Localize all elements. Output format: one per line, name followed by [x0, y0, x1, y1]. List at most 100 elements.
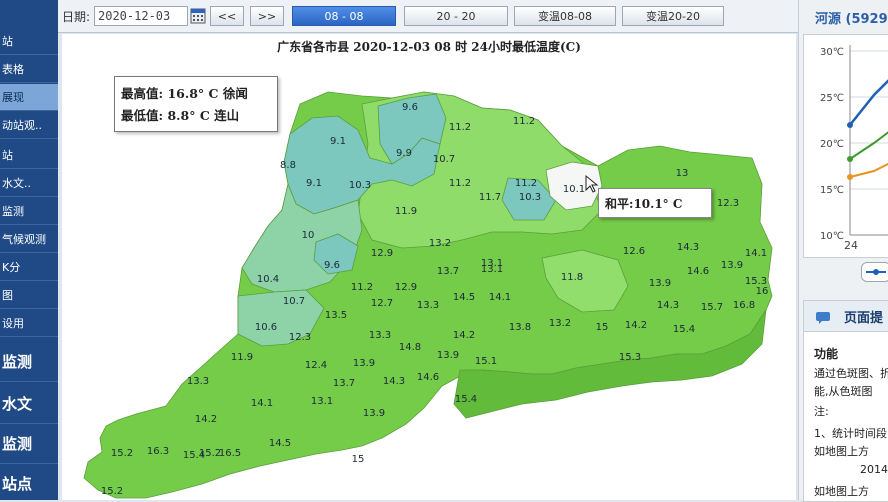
chart-series-green	[849, 131, 888, 160]
station-value-label: 11.7	[479, 192, 501, 203]
min-label: 最低值:	[121, 108, 164, 123]
station-value-label: 15.7	[701, 302, 723, 313]
station-value-label: 14.3	[383, 376, 405, 387]
chart-x-tick: 24	[844, 239, 858, 252]
date-label: 日期:	[62, 10, 91, 24]
chart-legend-button[interactable]	[861, 262, 888, 282]
sidebar-item[interactable]: K分	[0, 254, 58, 281]
sidebar-item[interactable]: 监测	[0, 198, 58, 225]
station-value-label: 11.2	[515, 178, 537, 189]
max-station: 徐闻	[222, 86, 248, 101]
station-tooltip: 和平:10.1° C	[598, 188, 712, 218]
station-value-label: 10.7	[433, 154, 455, 165]
station-value-label: 14.3	[677, 242, 699, 253]
chart-y-tick-label: 20℃	[820, 139, 844, 150]
station-value-label: 15.1	[475, 356, 497, 367]
station-chart-title: 河源 (5929	[815, 12, 888, 27]
period-button-change-08-08[interactable]: 变温08-08	[514, 6, 616, 26]
station-value-label: 12.9	[395, 282, 417, 293]
sidebar-item[interactable]: 气候观测	[0, 226, 58, 253]
station-value-label: 14.2	[625, 320, 647, 331]
right-panel: 河源 (5929 30℃ 25℃ 20℃ 15℃ 10℃ 24 页面提 功能 通过色斑图…	[798, 0, 888, 502]
period-button-change-20-20[interactable]: 变温20-20	[622, 6, 724, 26]
station-value-label: 15	[352, 454, 365, 465]
station-value-label: 9.6	[402, 102, 418, 113]
station-value-label: 12.9	[371, 248, 393, 259]
notes-line: 1、统计时间段	[814, 427, 887, 440]
sidebar-item[interactable]: 展现	[0, 84, 58, 111]
sidebar-item[interactable]: 水文..	[0, 170, 58, 197]
station-value-label: 16.3	[147, 446, 169, 457]
station-value-label: 13.2	[549, 318, 571, 329]
sidebar-item[interactable]: 站	[0, 142, 58, 169]
sidebar-item[interactable]: 站	[0, 28, 58, 55]
station-value-label: 11.2	[449, 122, 471, 133]
station-value-label: 11.2	[351, 282, 373, 293]
station-value-label: 11.8	[561, 272, 583, 283]
station-value-label: 9.1	[330, 136, 346, 147]
sidebar-item[interactable]: 监测	[0, 342, 58, 382]
station-value-label: 15.2	[111, 448, 133, 459]
tooltip-value: 10.1° C	[633, 197, 683, 211]
chart-y-tick-label: 25℃	[820, 93, 844, 104]
station-value-label: 14.6	[687, 266, 709, 277]
station-value-label: 10.3	[349, 180, 371, 191]
min-station: 连山	[214, 108, 240, 123]
notes-icon	[816, 309, 830, 324]
station-value-label: 9.9	[396, 148, 412, 159]
station-value-label: 12.6	[623, 246, 645, 257]
period-button-20-20[interactable]: 20 - 20	[404, 6, 508, 26]
station-value-label: 13.3	[187, 376, 209, 387]
station-value-label: 10.4	[257, 274, 279, 285]
chart-series-orange	[849, 162, 888, 178]
station-value-label: 9.1	[306, 178, 322, 189]
chart-y-ticks: 30℃ 25℃ 20℃ 15℃ 10℃	[820, 47, 888, 242]
toolbar: 日期: 2020-12-03 << >> 08 - 08 20 - 20 变温0…	[58, 0, 798, 33]
calendar-icon[interactable]	[190, 6, 206, 24]
max-label: 最高值:	[121, 86, 164, 101]
station-value-label: 15.4	[183, 450, 205, 461]
station-value-label: 11.9	[395, 206, 417, 217]
extreme-values-box: 最高值: 16.8° C 徐闻 最低值: 8.8° C 连山	[114, 76, 278, 132]
prev-day-button[interactable]: <<	[210, 6, 244, 26]
station-value-label: 14.1	[489, 292, 511, 303]
station-value-label: 15.4	[455, 394, 477, 405]
station-value-label: 14.8	[399, 342, 421, 353]
station-value-label: 13	[676, 168, 689, 179]
station-value-label: 13.9	[437, 350, 459, 361]
sidebar-item[interactable]: 动站观..	[0, 112, 58, 139]
station-value-label: 14.3	[657, 300, 679, 311]
station-value-label: 12.7	[371, 298, 393, 309]
station-value-label: 12.4	[305, 360, 327, 371]
station-value-label: 13.2	[429, 238, 451, 249]
station-value-label: 14.2	[453, 330, 475, 341]
station-value-label: 9.6	[324, 260, 340, 271]
station-value-label: 10.7	[283, 296, 305, 307]
station-value-label: 13.7	[333, 378, 355, 389]
tooltip-station: 和平	[605, 197, 630, 211]
station-value-label: 11.9	[231, 352, 253, 363]
station-value-label: 14.5	[453, 292, 475, 303]
station-value-label: 13.9	[721, 260, 743, 271]
station-value-label: 12.3	[289, 332, 311, 343]
station-value-label: 14.1	[745, 248, 767, 259]
sidebar-item[interactable]: 设用	[0, 310, 58, 337]
station-value-label: 13.1	[311, 396, 333, 407]
station-chart: 30℃ 25℃ 20℃ 15℃ 10℃ 24	[803, 34, 888, 258]
station-value-label: 13.7	[437, 266, 459, 277]
notes-line: 如地图上方	[814, 485, 869, 498]
sidebar-item[interactable]: 监测	[0, 424, 58, 464]
station-value-label: 11.2	[449, 178, 471, 189]
station-value-label: 14.2	[195, 414, 217, 425]
sidebar-item[interactable]: 表格	[0, 56, 58, 83]
date-input[interactable]: 2020-12-03	[94, 6, 188, 26]
station-value-label: 14.6	[417, 372, 439, 383]
station-value-label: 16.5	[219, 448, 241, 459]
sidebar-item[interactable]: 站点	[0, 464, 58, 500]
next-day-button[interactable]: >>	[250, 6, 284, 26]
station-value-label: 16	[756, 286, 769, 297]
page-notes: 页面提 功能 通过色斑图、折 能,从色斑图 注: 1、统计时间段 如地图上方 2…	[803, 300, 888, 502]
sidebar-item[interactable]: 图	[0, 282, 58, 309]
period-button-08-08[interactable]: 08 - 08	[292, 6, 396, 26]
sidebar-item[interactable]: 水文	[0, 384, 58, 424]
